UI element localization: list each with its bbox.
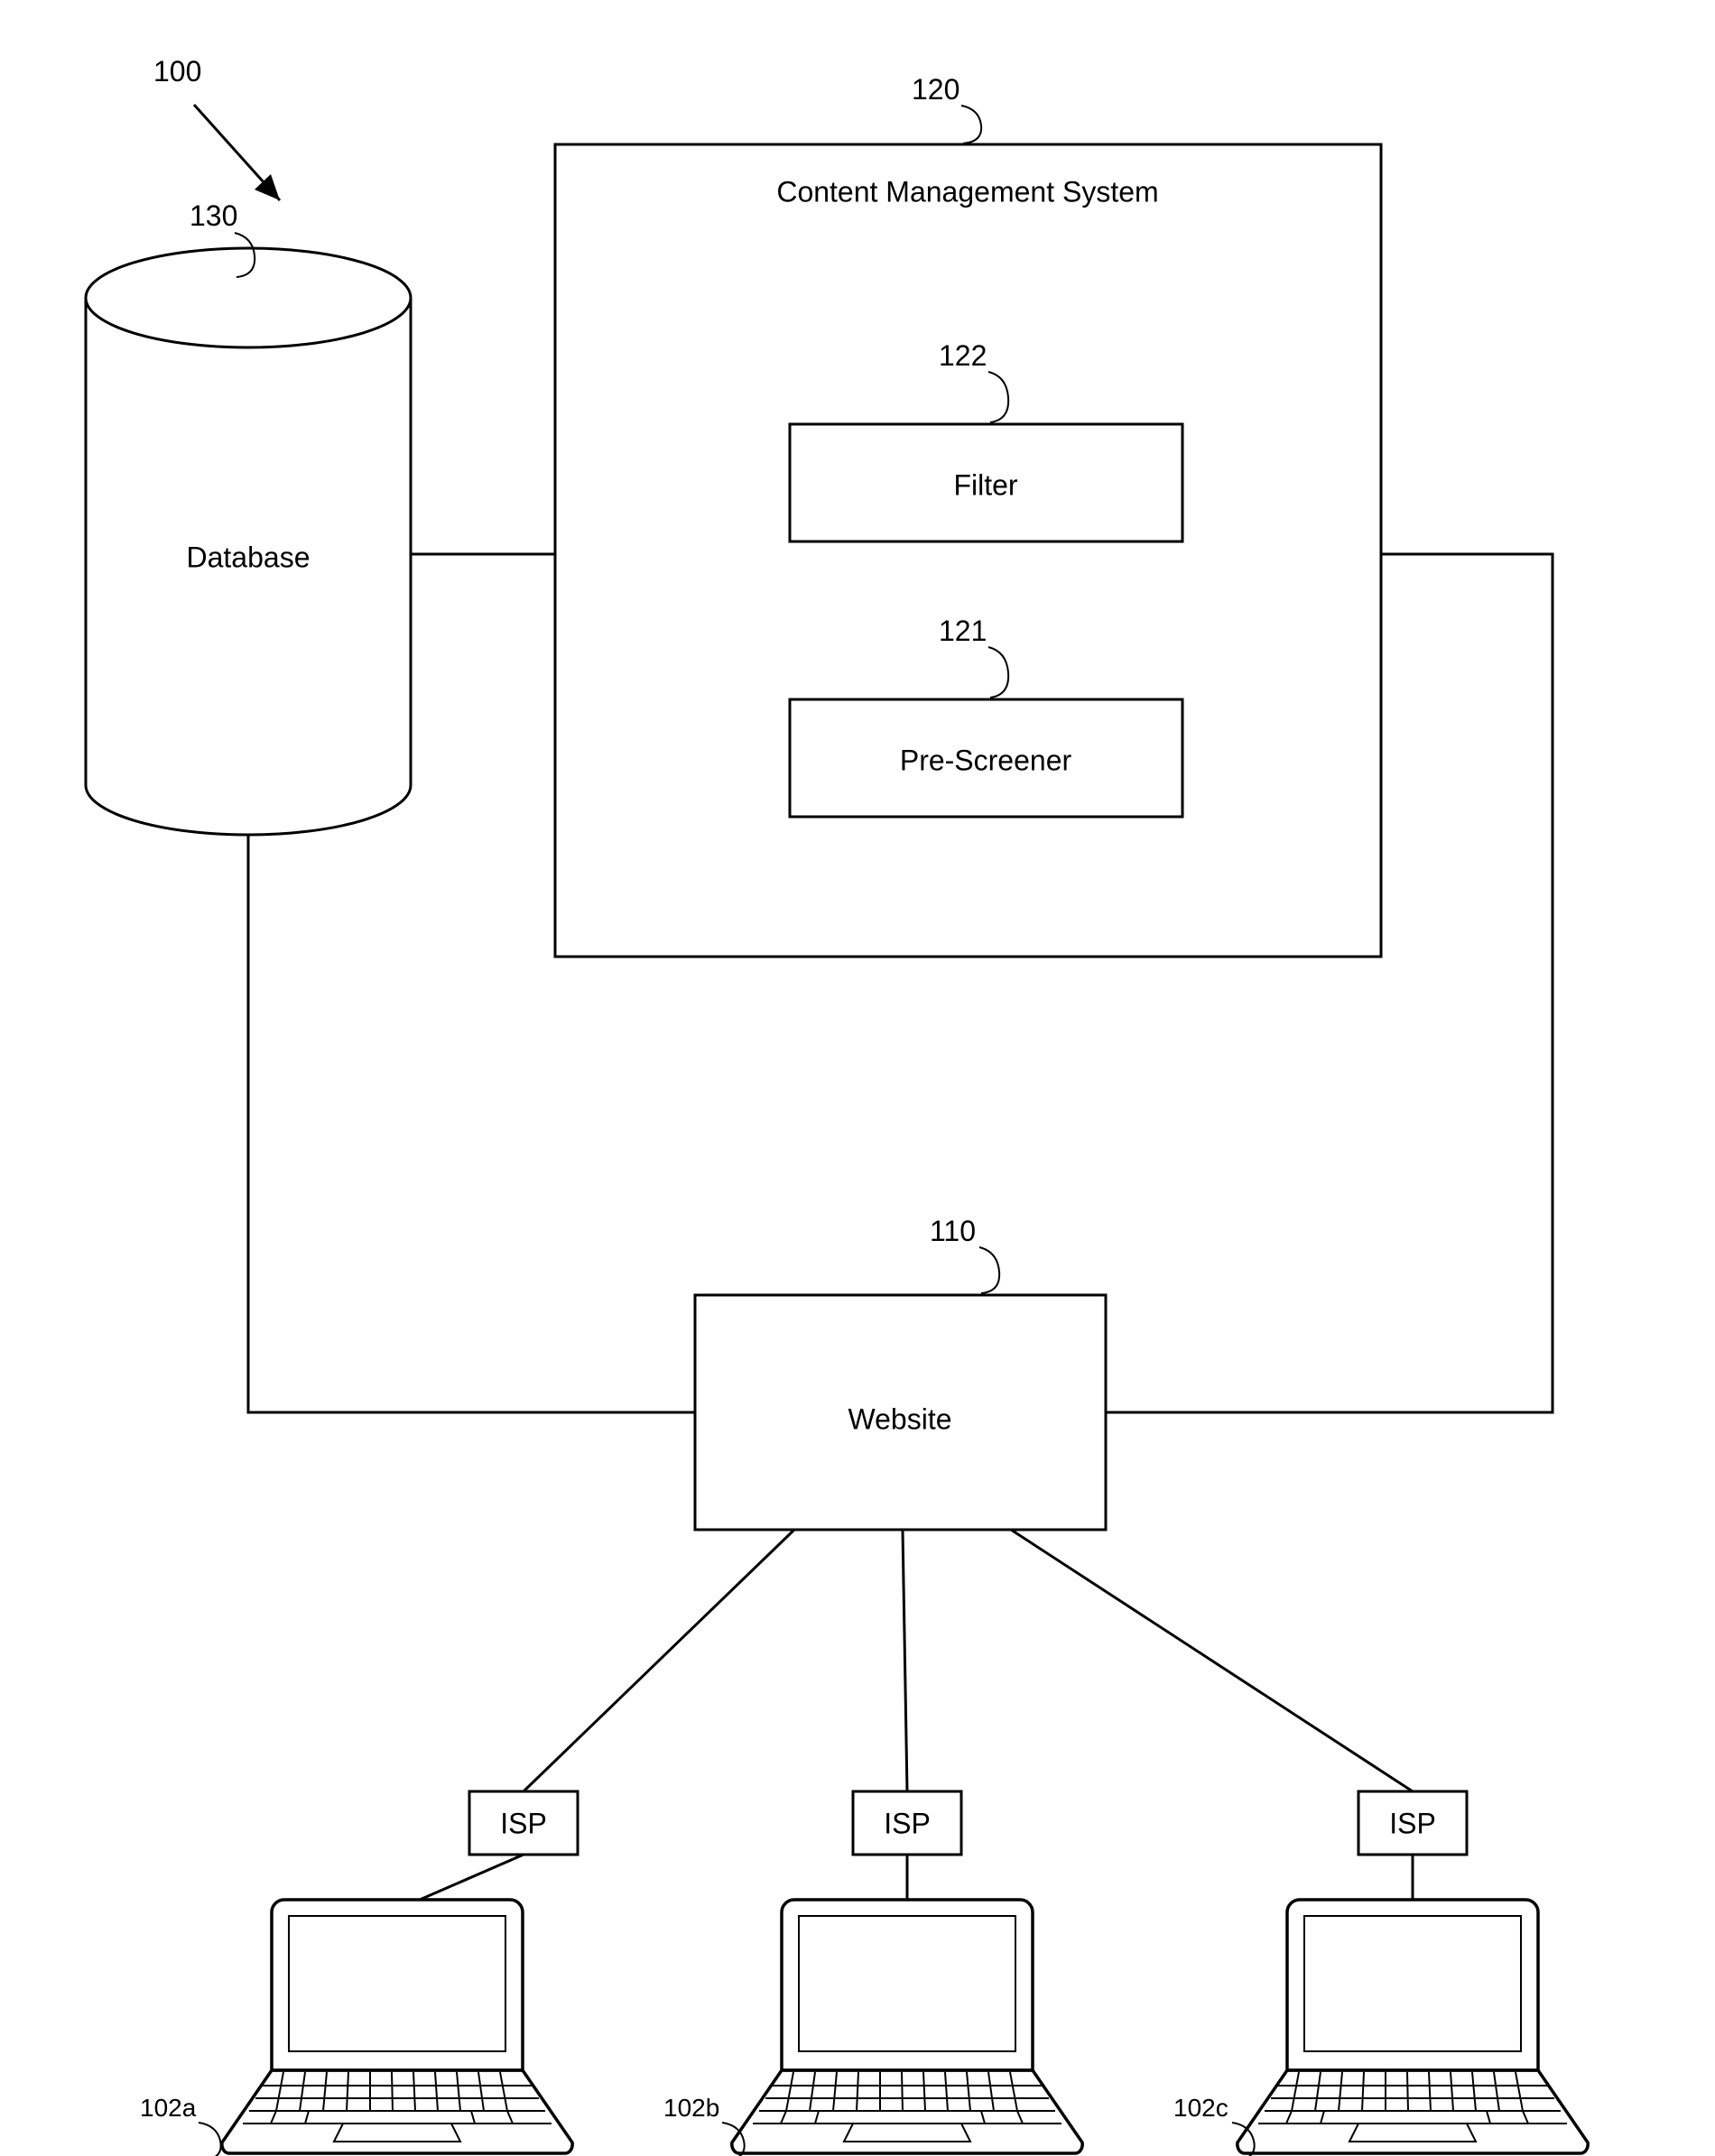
isp-label: ISP	[1389, 1807, 1436, 1839]
database-label: Database	[187, 541, 311, 573]
system-architecture-diagram: 100 Database 130 Content Management Syst…	[0, 0, 1715, 2156]
arrow-icon	[194, 105, 280, 200]
cms-title: Content Management System	[776, 175, 1158, 208]
website-label: Website	[848, 1402, 951, 1435]
laptop-icon	[222, 1900, 572, 2153]
ref-prescreener: 121	[939, 615, 987, 647]
connector-line	[903, 1530, 907, 1791]
filter-label: Filter	[953, 468, 1017, 501]
prescreener-label: Pre-Screener	[900, 744, 1072, 776]
connector-line	[1011, 1530, 1413, 1791]
leader-line-icon	[1232, 2123, 1255, 2156]
leader-line-icon	[979, 1247, 999, 1293]
isp-block: ISP	[469, 1791, 578, 1855]
ref-client-b: 102b	[663, 2094, 719, 2122]
laptop-icon	[1238, 1900, 1588, 2153]
connector-line	[248, 835, 695, 1412]
laptop-icon	[732, 1900, 1082, 2153]
ref-database: 130	[190, 199, 237, 232]
ref-cms: 120	[912, 73, 959, 106]
leader-line-icon	[988, 372, 1008, 422]
ref-client-a: 102a	[140, 2094, 197, 2122]
isp-block: ISP	[853, 1791, 961, 1855]
isp-label: ISP	[500, 1807, 547, 1839]
ref-filter: 122	[939, 339, 987, 372]
leader-line-icon	[961, 106, 981, 143]
connector-line	[420, 1855, 524, 1900]
cms-block: Content Management System Filter 122 Pre…	[555, 144, 1381, 957]
database-block: Database	[86, 248, 411, 835]
leader-line-icon	[988, 647, 1008, 698]
website-block: Website	[695, 1295, 1106, 1530]
isp-label: ISP	[884, 1807, 931, 1839]
leader-line-icon	[199, 2123, 221, 2156]
ref-client-c: 102c	[1173, 2094, 1228, 2122]
connector-line	[1106, 554, 1553, 1412]
ref-website: 110	[930, 1215, 976, 1247]
connector-line	[524, 1530, 794, 1791]
ref-main: 100	[153, 55, 201, 88]
isp-block: ISP	[1358, 1791, 1467, 1855]
leader-line-icon	[235, 233, 255, 277]
